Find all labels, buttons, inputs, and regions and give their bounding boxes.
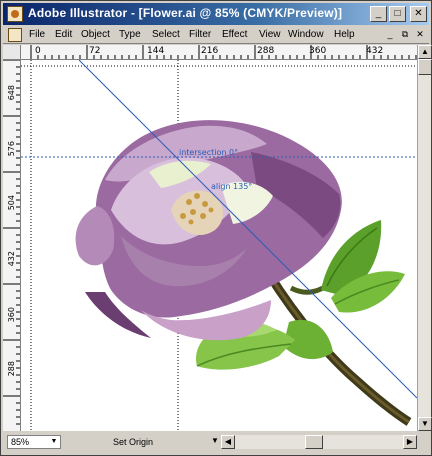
menu-object[interactable]: Object — [81, 29, 110, 40]
vertical-ruler[interactable]: 648 576 504 432 360 288 — [3, 45, 21, 431]
vertical-scrollbar[interactable]: ▲ ▼ — [417, 45, 432, 431]
document-icon[interactable] — [8, 28, 22, 42]
scroll-down-button[interactable]: ▼ — [418, 417, 432, 431]
ruler-h-label: 0 — [35, 46, 41, 56]
ruler-h-label: 432 — [366, 46, 384, 56]
menu-file[interactable]: File — [29, 29, 45, 40]
doc-restore-button[interactable]: ⧉ — [398, 29, 412, 41]
zoom-dropdown-arrow-icon[interactable]: ▼ — [49, 437, 59, 447]
ruler-v-label: 360 — [7, 307, 16, 323]
ruler-v-label: 288 — [7, 361, 16, 377]
menu-select[interactable]: Select — [152, 29, 180, 40]
scroll-right-button[interactable]: ▶ — [403, 435, 417, 449]
scroll-up-button[interactable]: ▲ — [418, 45, 432, 59]
flower-artwork[interactable] — [21, 60, 417, 431]
minimize-button[interactable]: _ — [370, 6, 387, 22]
menu-help[interactable]: Help — [334, 29, 355, 40]
ruler-v-label: 648 — [7, 85, 16, 101]
ruler-v-label: 576 — [7, 141, 16, 157]
horizontal-ruler[interactable]: 0 72 144 216 288 360 432 — [21, 45, 417, 60]
status-menu-arrow-icon[interactable]: ▼ — [211, 436, 219, 445]
menu-filter[interactable]: Filter — [189, 29, 211, 40]
illustrator-app-icon[interactable] — [7, 6, 23, 22]
doc-close-button[interactable]: ✕ — [413, 29, 427, 41]
zoom-level-field[interactable]: 85% ▼ — [7, 435, 61, 449]
smart-guide-label-align: align 135° — [211, 182, 253, 191]
ruler-h-label: 216 — [201, 46, 219, 56]
status-bar: 85% ▼ Set Origin ▼ ◀ ▶ — [3, 433, 429, 451]
artboard-canvas[interactable]: intersection 0° align 135° — [21, 60, 417, 431]
ruler-h-label: 360 — [309, 46, 327, 56]
menu-edit[interactable]: Edit — [55, 29, 72, 40]
close-button[interactable]: ✕ — [410, 6, 427, 22]
app-window: Adobe Illustrator - [Flower.ai @ 85% (CM… — [0, 0, 432, 456]
ruler-h-label: 288 — [257, 46, 275, 56]
menu-view[interactable]: View — [259, 29, 281, 40]
menu-bar: File Edit Object Type Select Filter Effe… — [3, 26, 429, 44]
vertical-scroll-thumb[interactable] — [418, 59, 432, 75]
menu-effect[interactable]: Effect — [222, 29, 247, 40]
horizontal-scrollbar[interactable]: ◀ ▶ — [221, 435, 417, 449]
ruler-h-label: 144 — [147, 46, 165, 56]
ruler-v-label: 504 — [7, 195, 16, 211]
zoom-level-value: 85% — [11, 437, 30, 447]
status-current-tool: Set Origin — [113, 437, 154, 447]
ruler-origin-corner[interactable] — [3, 45, 21, 60]
window-title: Adobe Illustrator - [Flower.ai @ 85% (CM… — [28, 6, 343, 20]
maximize-button[interactable]: □ — [389, 6, 406, 22]
menu-window[interactable]: Window — [288, 29, 324, 40]
doc-minimize-button[interactable]: _ — [383, 29, 397, 41]
ruler-h-label: 72 — [89, 46, 101, 56]
horizontal-ruler-ticks — [30, 45, 417, 59]
ruler-v-label: 432 — [7, 251, 16, 267]
scroll-left-button[interactable]: ◀ — [221, 435, 235, 449]
menu-type[interactable]: Type — [119, 29, 141, 40]
horizontal-scroll-thumb[interactable] — [305, 435, 323, 449]
title-bar[interactable]: Adobe Illustrator - [Flower.ai @ 85% (CM… — [3, 3, 429, 25]
smart-guide-label-intersection: intersection 0° — [179, 148, 239, 157]
